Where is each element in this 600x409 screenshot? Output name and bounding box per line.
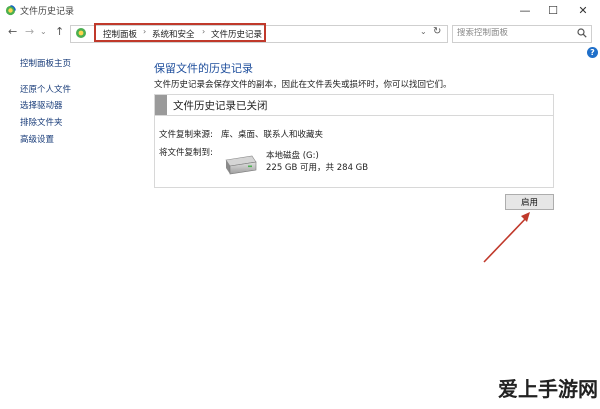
breadcrumb-system-security[interactable]: 系统和安全 (152, 28, 195, 40)
search-icon[interactable] (577, 28, 587, 38)
recent-locations-dropdown-icon[interactable]: ⌄ (40, 27, 47, 36)
breadcrumb-separator-icon[interactable]: › (143, 27, 146, 36)
up-arrow-icon[interactable]: ↑ (55, 25, 64, 38)
window-title: 文件历史记录 (20, 7, 75, 17)
minimize-button[interactable]: — (510, 1, 540, 21)
control-panel-icon (76, 28, 86, 38)
sidebar-item-control-panel-home[interactable]: 控制面板主页 (20, 57, 71, 69)
source-value: 库、桌面、联系人和收藏夹 (221, 130, 324, 140)
file-history-app-icon (5, 5, 16, 16)
source-label: 文件复制来源: (159, 130, 213, 140)
address-dropdown-icon[interactable]: ⌄ (420, 27, 427, 36)
page-description: 文件历史记录会保存文件的副本，因此在文件丢失或损坏时，你可以找回它们。 (154, 80, 452, 90)
help-icon[interactable]: ? (587, 47, 598, 58)
sidebar-item-restore-personal-files[interactable]: 还原个人文件 (20, 83, 71, 95)
search-input[interactable] (457, 28, 567, 38)
breadcrumb-control-panel[interactable]: 控制面板 (103, 28, 137, 40)
breadcrumb-separator-icon[interactable]: › (202, 27, 205, 36)
breadcrumb-file-history[interactable]: 文件历史记录 (211, 28, 262, 40)
close-button[interactable]: ✕ (568, 1, 598, 21)
maximize-button[interactable]: ☐ (538, 1, 568, 21)
watermark-text: 爱上手游网 (498, 377, 598, 401)
refresh-icon[interactable]: ↻ (433, 26, 441, 37)
sidebar-item-select-drive[interactable]: 选择驱动器 (20, 99, 63, 111)
status-marker (155, 95, 167, 115)
status-title: 文件历史记录已关闭 (173, 100, 268, 112)
destination-label: 将文件复制到: (159, 148, 213, 158)
hard-drive-icon (225, 155, 257, 175)
red-arrow-annotation-icon (483, 212, 530, 263)
sidebar-item-advanced-settings[interactable]: 高级设置 (20, 133, 54, 145)
forward-arrow-icon[interactable]: → (25, 25, 34, 38)
search-box[interactable] (452, 25, 592, 43)
sidebar-item-exclude-folders[interactable]: 排除文件夹 (20, 116, 63, 128)
page-title: 保留文件的历史记录 (154, 62, 253, 75)
back-arrow-icon[interactable]: ← (8, 25, 17, 38)
drive-space: 225 GB 可用，共 284 GB (266, 163, 369, 173)
drive-name: 本地磁盘 (G:) (266, 151, 319, 161)
